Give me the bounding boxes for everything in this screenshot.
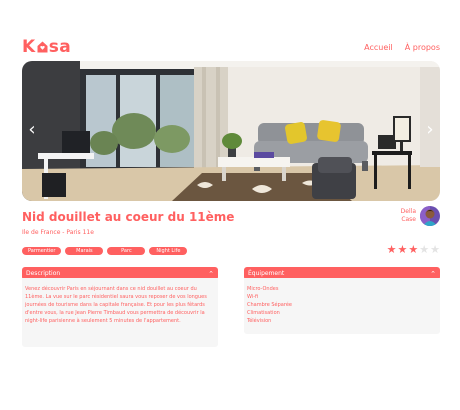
equipment-item: Chambre Séparée: [247, 302, 292, 308]
rating-stars: ★ ★ ★ ★ ★: [387, 244, 440, 256]
nav-link-home[interactable]: Accueil: [364, 43, 393, 52]
star-icon: ★: [397, 243, 408, 256]
equipment-panel: Équipement ⌃ Micro-Ondes Wi-fi Chambre S…: [244, 267, 440, 334]
header: K sa Accueil À propos: [22, 36, 440, 58]
star-icon: ★: [408, 243, 419, 256]
carousel-next-button[interactable]: ›: [422, 119, 438, 141]
equipment-item: Micro-Ondes: [247, 286, 279, 292]
nav-link-about[interactable]: À propos: [405, 43, 440, 52]
chevron-up-icon: ⌃: [208, 269, 214, 278]
description-panel: Description ⌃ Venez découvrir Paris en s…: [22, 267, 218, 347]
tag-parmentier: Parmentier: [22, 247, 62, 255]
tag-parc: Parc: [107, 247, 146, 255]
listing-location: Ile de France - Paris 11e: [22, 229, 94, 236]
star-icon: ★: [430, 243, 440, 256]
host-name: Della Case: [396, 208, 416, 224]
equipment-item: Télévision: [247, 318, 272, 324]
listing-title: Nid douillet au coeur du 11ème: [22, 210, 235, 224]
equipment-body: Micro-Ondes Wi-fi Chambre Séparée Climat…: [244, 278, 440, 334]
equipment-title: Équipement: [248, 270, 285, 277]
photo-carousel: ‹ ›: [22, 61, 440, 201]
host-avatar: [420, 206, 440, 226]
equipment-item: Wi-fi: [247, 294, 259, 300]
tag-list: Parmentier Marais Parc Night Life: [22, 247, 188, 255]
tag-marais: Marais: [65, 247, 104, 255]
host-first-name: Della: [400, 208, 416, 215]
house-logo-icon: [37, 41, 48, 53]
main-nav: Accueil À propos: [364, 43, 440, 52]
description-body: Venez découvrir Paris en séjournant dans…: [22, 278, 218, 347]
description-title: Description: [26, 270, 61, 277]
kasa-logo[interactable]: K sa: [22, 37, 71, 57]
logo-text-end: sa: [48, 37, 72, 57]
star-icon: ★: [419, 243, 430, 256]
logo-text-start: K: [22, 37, 36, 57]
star-icon: ★: [386, 243, 397, 256]
host-info: Della Case: [396, 206, 440, 226]
equipment-item: Climatisation: [247, 310, 280, 316]
apartment-photo: [22, 61, 440, 201]
host-last-name: Case: [401, 216, 416, 223]
tag-night-life: Night Life: [149, 247, 188, 255]
carousel-prev-button[interactable]: ‹: [24, 119, 40, 141]
chevron-up-icon: ⌃: [430, 269, 436, 278]
